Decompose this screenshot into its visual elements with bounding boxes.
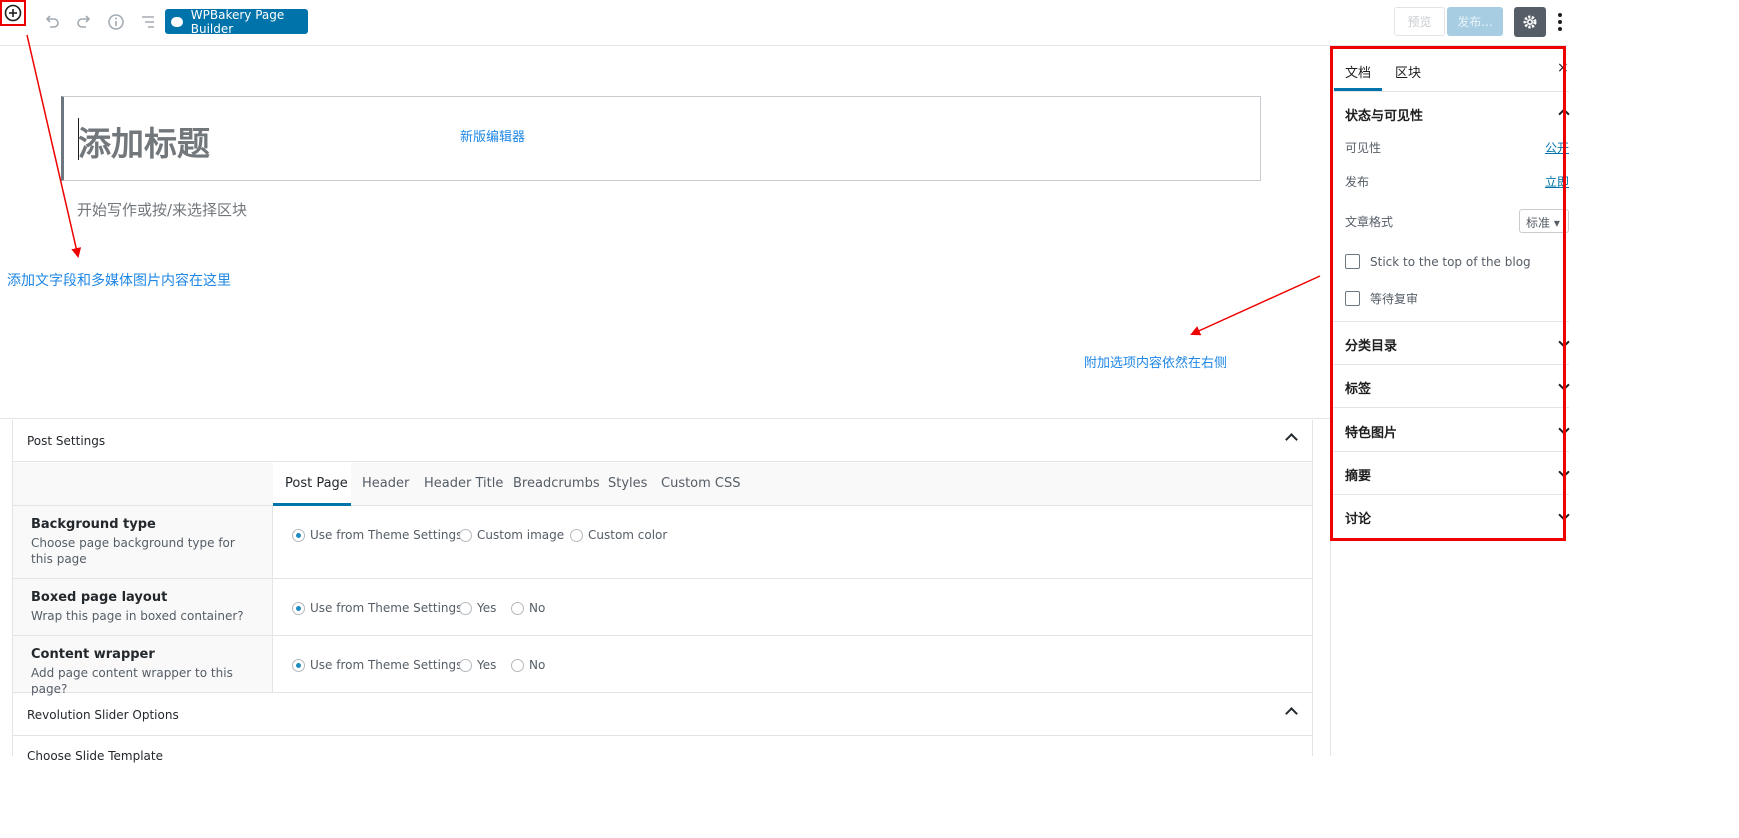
post-settings-tabs: Post Page Header Header Title Breadcrumb… — [13, 463, 1312, 506]
setting-row-content-wrapper: Content wrapper Add page content wrapper… — [13, 636, 1312, 696]
wpbakery-button[interactable]: WPBakery Page Builder — [165, 7, 308, 36]
revolution-slider-title: Revolution Slider Options — [27, 707, 179, 722]
tab-header-title[interactable]: Header Title — [424, 476, 503, 491]
pending-review-checkbox[interactable]: 等待复审 — [1345, 290, 1418, 307]
block-appender-placeholder[interactable]: 开始写作或按/来选择区块 — [77, 199, 247, 220]
sticky-checkbox[interactable]: Stick to the top of the blog — [1345, 254, 1531, 269]
settings-sidebar: 文档 区块 × 状态与可见性 可见性 公开 发布 立即 文章格式 标准 ▾ St… — [1330, 46, 1570, 756]
visibility-link[interactable]: 公开 — [1545, 139, 1569, 156]
setting-title: Boxed page layout — [31, 590, 168, 605]
undo-icon — [45, 15, 59, 28]
chevron-up-icon[interactable] — [1285, 433, 1298, 446]
panel-categories[interactable]: 分类目录 — [1345, 335, 1397, 354]
post-title-field[interactable]: 添加标题 — [61, 96, 1261, 181]
add-block-button[interactable] — [0, 0, 26, 26]
wpbakery-cloud-icon — [171, 16, 183, 27]
info-icon — [108, 14, 124, 30]
publish-button[interactable]: 发布... — [1447, 7, 1503, 36]
tab-custom-css[interactable]: Custom CSS — [661, 476, 741, 491]
radio-boxed-yes[interactable]: Yes — [459, 601, 496, 615]
choose-slide-template-label: Choose Slide Template — [27, 749, 163, 763]
annotation-new-editor: 新版编辑器 — [460, 130, 526, 145]
preview-button[interactable]: 预览 — [1394, 7, 1445, 36]
publish-label: 发布 — [1345, 175, 1370, 189]
arrow-to-sidebar — [1190, 275, 1321, 336]
chevron-up-icon[interactable] — [1285, 707, 1298, 720]
redo-icon — [77, 15, 91, 28]
tab-block[interactable]: 区块 — [1395, 62, 1421, 81]
undo-button[interactable] — [40, 8, 64, 36]
chevron-down-icon[interactable] — [1558, 466, 1570, 478]
tab-header[interactable]: Header — [362, 476, 409, 491]
more-vertical-icon — [1558, 13, 1562, 17]
tab-breadcrumbs[interactable]: Breadcrumbs — [513, 476, 600, 491]
radio-wrapper-no[interactable]: No — [511, 658, 545, 672]
settings-button[interactable] — [1514, 7, 1546, 37]
post-settings-title: Post Settings — [27, 433, 106, 448]
radio-bg-custom-image[interactable]: Custom image — [459, 528, 564, 542]
chevron-up-icon[interactable] — [1558, 108, 1570, 120]
sidebar-tabs: 文档 区块 × — [1331, 46, 1569, 92]
tab-post-page[interactable]: Post Page — [285, 476, 348, 491]
visibility-label: 可见性 — [1345, 141, 1382, 155]
post-title-placeholder: 添加标题 — [78, 124, 210, 163]
annotation-right-side: 附加选项内容依然在右侧 — [1084, 356, 1228, 371]
tab-styles[interactable]: Styles — [608, 476, 647, 491]
post-format-label: 文章格式 — [1345, 215, 1394, 229]
post-settings-metabox: Post Settings Post Page Header Header Ti… — [12, 420, 1313, 763]
setting-description: Choose page background type for this pag… — [31, 536, 235, 566]
chevron-down-icon[interactable] — [1558, 379, 1570, 391]
close-icon[interactable]: × — [1557, 60, 1569, 76]
radio-boxed-no[interactable]: No — [511, 601, 545, 615]
gear-icon — [1523, 15, 1537, 29]
radio-wrapper-yes[interactable]: Yes — [459, 658, 496, 672]
add-block-icon — [4, 4, 22, 22]
radio-bg-theme-settings[interactable]: Use from Theme Settings — [292, 528, 462, 542]
radio-wrapper-theme-settings[interactable]: Use from Theme Settings — [292, 658, 462, 672]
post-settings-header[interactable]: Post Settings — [13, 420, 1312, 462]
more-options-button[interactable] — [1553, 8, 1567, 36]
setting-title: Background type — [31, 517, 156, 532]
setting-row-boxed-layout: Boxed page layout Wrap this page in boxe… — [13, 579, 1312, 636]
revolution-slider-header[interactable]: Revolution Slider Options — [13, 694, 1312, 736]
tab-document[interactable]: 文档 — [1345, 62, 1371, 81]
redo-button[interactable] — [72, 8, 96, 36]
info-button[interactable] — [104, 8, 128, 36]
active-tab-indicator — [1334, 88, 1382, 91]
panel-excerpt[interactable]: 摘要 — [1345, 465, 1371, 484]
chevron-down-icon[interactable] — [1558, 336, 1570, 348]
annotation-add-content: 添加文字段和多媒体图片内容在这里 — [7, 273, 231, 289]
outline-button[interactable] — [136, 8, 160, 36]
radio-boxed-theme-settings[interactable]: Use from Theme Settings — [292, 601, 462, 615]
panel-featured-image[interactable]: 特色图片 — [1345, 422, 1397, 441]
setting-description: Add page content wrapper to this page? — [31, 666, 233, 696]
chevron-down-icon[interactable] — [1558, 509, 1570, 521]
publish-time-link[interactable]: 立即 — [1545, 173, 1569, 190]
radio-bg-custom-color[interactable]: Custom color — [570, 528, 667, 542]
chevron-down-icon: ▾ — [1553, 216, 1560, 230]
panel-status-visibility[interactable]: 状态与可见性 — [1345, 105, 1423, 124]
setting-row-background-type: Background type Choose page background t… — [13, 506, 1312, 579]
post-format-select[interactable]: 标准 ▾ — [1519, 209, 1569, 233]
setting-title: Content wrapper — [31, 647, 155, 662]
wpbakery-label: WPBakery Page Builder — [190, 7, 285, 36]
panel-tags[interactable]: 标签 — [1345, 378, 1371, 397]
editor-toolbar: WPBakery Page Builder 预览 发布... — [0, 0, 1568, 46]
setting-description: Wrap this page in boxed container? — [31, 609, 244, 623]
outline-icon — [142, 16, 154, 28]
chevron-down-icon[interactable] — [1558, 423, 1570, 435]
panel-discussion[interactable]: 讨论 — [1345, 508, 1371, 527]
